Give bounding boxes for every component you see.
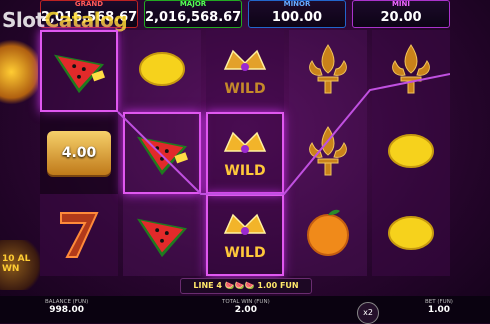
side-bonus-text: 10 AL WN <box>2 254 31 274</box>
fleur-de-lis-icon <box>298 39 358 103</box>
jackpot-grand-label: GRAND <box>74 0 104 8</box>
jackpot-major-label: MAJOR <box>179 0 207 8</box>
jackpot-mini-label: MINI <box>391 0 411 8</box>
footer-bar: BALANCE (FUN) 998.00 TOTAL WIN (FUN) 2.0… <box>0 296 490 323</box>
symbol-crown-wild: WILD <box>206 30 284 112</box>
symbol-lemon <box>123 30 201 112</box>
bet-value: 1.00 <box>427 305 451 315</box>
watermark-part1: Slot <box>2 8 45 32</box>
orange-icon <box>298 203 358 267</box>
symbol-crown-wild: WILD <box>206 112 284 194</box>
watermark-part2: Catalog <box>44 8 128 32</box>
symbol-gold-bar: 4.00 <box>40 112 118 194</box>
side-decoration-top <box>0 38 38 106</box>
watermelon-icon <box>50 45 108 97</box>
crown-wild-icon: WILD <box>215 121 275 185</box>
jackpot-minor: MINOR 100.00 <box>248 0 346 28</box>
reel-3: WILD WILD WILD <box>206 30 284 276</box>
fleur-de-lis-icon <box>381 39 441 103</box>
symbol-watermelon <box>123 112 201 194</box>
jackpot-major: MAJOR 2,016,568.67 <box>144 0 242 28</box>
reel-4 <box>289 30 367 276</box>
lemon-icon <box>381 121 441 185</box>
lemon-icon <box>381 203 441 267</box>
symbol-fleur <box>289 112 367 194</box>
total-win-display: TOTAL WIN (FUN) 2.00 <box>222 299 270 315</box>
symbol-fleur <box>289 30 367 112</box>
reel-5 <box>372 30 450 276</box>
jackpot-major-value: 2,016,568.67 <box>145 10 242 25</box>
symbol-lemon <box>372 194 450 276</box>
symbol-watermelon <box>123 194 201 276</box>
balance-value: 998.00 <box>49 305 84 315</box>
lemon-icon <box>132 39 192 103</box>
watermelon-icon <box>133 127 191 179</box>
symbol-watermelon <box>40 30 118 112</box>
jackpot-minor-label: MINOR <box>283 0 311 8</box>
reel-1: 4.00 <box>40 30 118 276</box>
reel-grid: 4.00 WILD WILD WILD <box>40 30 450 276</box>
multiplier-button[interactable]: x2 <box>357 302 379 324</box>
crown-wild-icon: WILD <box>215 203 275 267</box>
wild-text: WILD <box>224 245 265 261</box>
watermark-logo: SlotCatalog <box>2 8 128 32</box>
fleur-de-lis-icon <box>298 121 358 185</box>
gold-bar-icon: 4.00 <box>47 131 111 175</box>
watermelon-icon <box>133 209 191 261</box>
reel-2 <box>123 30 201 276</box>
balance-display: BALANCE (FUN) 998.00 <box>45 299 88 315</box>
jackpot-minor-value: 100.00 <box>271 10 323 25</box>
seven-icon <box>49 203 109 267</box>
symbol-fleur <box>372 30 450 112</box>
symbol-seven <box>40 194 118 276</box>
win-line-banner: LINE 4 🍉🍉🍉 1.00 FUN <box>180 278 312 294</box>
wild-text: WILD <box>224 81 265 97</box>
gold-bar-value: 4.00 <box>61 145 97 161</box>
symbol-lemon <box>372 112 450 194</box>
total-win-value: 2.00 <box>234 305 257 315</box>
jackpot-mini-value: 20.00 <box>380 10 422 25</box>
jackpot-mini: MINI 20.00 <box>352 0 450 28</box>
symbol-crown-wild: WILD <box>206 194 284 276</box>
side-bonus-badge: 10 AL WN <box>0 240 40 290</box>
symbol-orange <box>289 194 367 276</box>
bet-display: BET (FUN) 1.00 <box>425 299 453 315</box>
crown-wild-icon: WILD <box>215 39 275 103</box>
wild-text: WILD <box>224 163 265 179</box>
